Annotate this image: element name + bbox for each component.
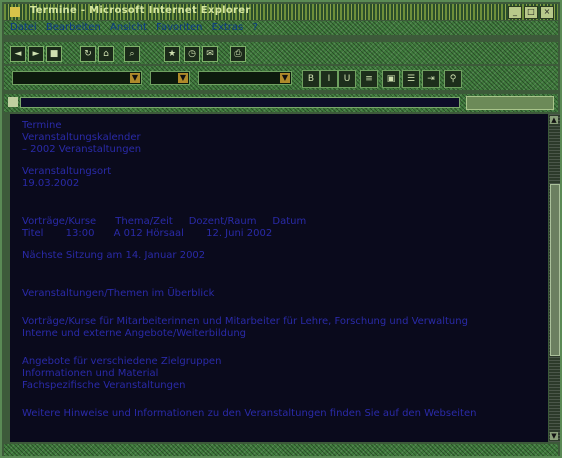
content-line: Nächste Sitzung am 14. Januar 2002 bbox=[22, 250, 206, 261]
indent-icon[interactable]: ⇥ bbox=[422, 70, 440, 88]
content-line: Veranstaltungskalender bbox=[22, 132, 141, 143]
content-line: Weitere Hinweise und Informationen zu de… bbox=[22, 408, 477, 419]
scrollbar-thumb[interactable] bbox=[550, 184, 560, 356]
content-line: Veranstaltungsort bbox=[22, 166, 112, 177]
bold-icon[interactable]: B bbox=[302, 70, 320, 88]
menu-edit[interactable]: Bearbeiten bbox=[46, 21, 101, 35]
chevron-down-icon: ▼ bbox=[280, 73, 290, 83]
content-line: Fachspezifische Veranstaltungen bbox=[22, 380, 186, 391]
menu-file[interactable]: Datei bbox=[10, 21, 37, 35]
forward-icon[interactable]: ► bbox=[28, 46, 44, 62]
underline-icon[interactable]: U bbox=[338, 70, 356, 88]
menu-tools[interactable]: Extras bbox=[212, 21, 244, 35]
color-icon[interactable]: ▣ bbox=[382, 70, 400, 88]
title-bar[interactable]: Termine - Microsoft Internet Explorer _ … bbox=[4, 4, 558, 20]
content-lines: Termine Veranstaltungskalender – 2002 Ve… bbox=[22, 120, 540, 420]
chevron-down-icon: ▼ bbox=[130, 73, 140, 83]
content-line: 19.03.2002 bbox=[22, 178, 80, 189]
content-line[interactable]: Veranstaltungen/Themen im Überblick bbox=[22, 288, 540, 300]
content-line: Informationen und Material bbox=[22, 368, 159, 379]
window-title: Termine - Microsoft Internet Explorer bbox=[30, 5, 251, 16]
list-icon[interactable]: ☰ bbox=[402, 70, 420, 88]
scroll-up-icon[interactable]: ▲ bbox=[550, 116, 558, 124]
standard-toolbar: ◄ ► ■ ↻ ⌂ ⌕ ★ ◷ ✉ ⎙ bbox=[4, 42, 558, 64]
menu-favorites[interactable]: Favoriten bbox=[156, 21, 202, 35]
font-select[interactable]: ▼ bbox=[12, 71, 142, 85]
print-icon[interactable]: ⎙ bbox=[230, 46, 246, 62]
link-icon[interactable]: ⚲ bbox=[444, 70, 462, 88]
menu-help[interactable]: ? bbox=[252, 21, 257, 35]
history-icon[interactable]: ◷ bbox=[184, 46, 200, 62]
page-icon bbox=[8, 97, 18, 107]
close-icon[interactable]: × bbox=[540, 6, 554, 19]
address-bar bbox=[4, 94, 558, 112]
content-line: Interne und externe Angebote/Weiterbildu… bbox=[22, 328, 247, 339]
maximize-icon[interactable]: □ bbox=[524, 6, 538, 19]
back-icon[interactable]: ◄ bbox=[10, 46, 26, 62]
go-button[interactable] bbox=[466, 96, 554, 110]
browser-window: Termine - Microsoft Internet Explorer _ … bbox=[0, 0, 562, 458]
chevron-down-icon: ▼ bbox=[178, 73, 188, 83]
status-bar bbox=[4, 444, 558, 456]
minimize-icon[interactable]: _ bbox=[508, 6, 522, 19]
menu-view[interactable]: Ansicht bbox=[110, 21, 147, 35]
content-line: Vorträge/Kurse für Mitarbeiterinnen und … bbox=[22, 316, 468, 327]
content-line: Angebote für verschiedene Zielgruppen bbox=[22, 356, 222, 367]
mail-icon[interactable]: ✉ bbox=[202, 46, 218, 62]
favorites-icon[interactable]: ★ bbox=[164, 46, 180, 62]
content-line: Termine bbox=[22, 120, 62, 131]
content-line: Vorträge/Kurse Thema/Zeit Dozent/Raum Da… bbox=[22, 216, 307, 227]
format-toolbar: ▼ ▼ ▼ B I U ≡ ▣ ☰ ⇥ ⚲ bbox=[4, 66, 558, 90]
vertical-scrollbar[interactable]: ▲ ▼ bbox=[549, 114, 560, 442]
home-icon[interactable]: ⌂ bbox=[98, 46, 114, 62]
search-icon[interactable]: ⌕ bbox=[124, 46, 140, 62]
stop-icon[interactable]: ■ bbox=[46, 46, 62, 62]
style-select[interactable]: ▼ bbox=[198, 71, 292, 85]
content-line: – 2002 Veranstaltungen bbox=[22, 144, 142, 155]
window-controls: _ □ × bbox=[508, 6, 554, 19]
app-icon bbox=[10, 7, 20, 17]
menu-bar: Datei Bearbeiten Ansicht Favoriten Extra… bbox=[4, 21, 558, 35]
address-input[interactable] bbox=[20, 97, 460, 108]
content-line: Titel 13:00 A 012 Hörsaal 12. Juni 2002 bbox=[22, 228, 273, 239]
page-content: Termine Veranstaltungskalender – 2002 Ve… bbox=[10, 114, 548, 442]
size-select[interactable]: ▼ bbox=[150, 71, 190, 85]
refresh-icon[interactable]: ↻ bbox=[80, 46, 96, 62]
align-left-icon[interactable]: ≡ bbox=[360, 70, 378, 88]
scroll-down-icon[interactable]: ▼ bbox=[550, 432, 558, 440]
italic-icon[interactable]: I bbox=[320, 70, 338, 88]
